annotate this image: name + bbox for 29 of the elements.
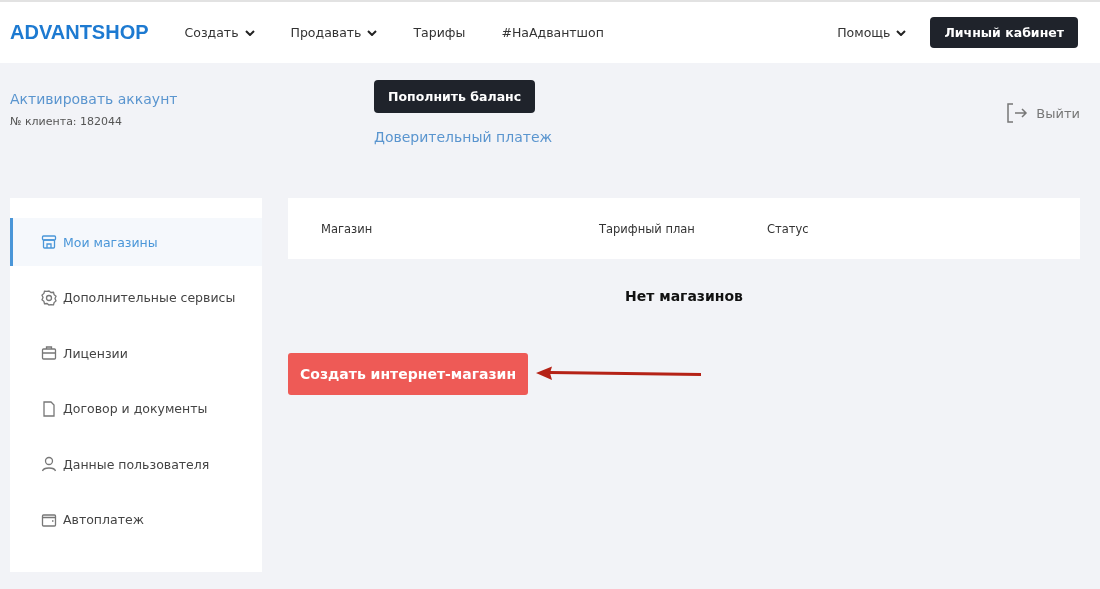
document-icon: [41, 400, 57, 417]
briefcase-icon: [41, 345, 57, 362]
gear-icon: [41, 289, 57, 306]
sidebar-item[interactable]: Автоплатеж: [10, 495, 262, 544]
sidebar-item[interactable]: Лицензии: [10, 329, 262, 378]
column-header: Тарифный план: [599, 221, 696, 236]
help-menu[interactable]: Помощь: [837, 25, 907, 40]
account-button[interactable]: Личный кабинет: [930, 17, 1078, 48]
column-header: Статус: [767, 221, 809, 236]
empty-message: Нет магазинов: [624, 288, 744, 304]
logo[interactable]: ADVANTSHOP: [10, 21, 149, 44]
nav-link[interactable]: Тарифы: [413, 25, 466, 40]
logout-link[interactable]: Выйти: [1006, 101, 1080, 125]
sidebar-item[interactable]: Дополнительные сервисы: [10, 273, 262, 322]
nav-link[interactable]: #НаАдвантшоп: [501, 25, 604, 40]
chevron-icon: [367, 29, 378, 36]
sidebar-item[interactable]: Данные пользователя: [10, 440, 262, 489]
top-up-button[interactable]: Пополнить баланс: [374, 80, 536, 113]
user-icon: [41, 456, 57, 473]
chevron-icon: [896, 29, 907, 36]
shop-icon: [41, 234, 57, 250]
column-header: Магазин: [321, 221, 374, 236]
client-number: № клиента: 182044: [10, 115, 124, 128]
wallet-icon: [41, 511, 57, 528]
sidebar-item[interactable]: Договор и документы: [10, 384, 262, 433]
logout-icon: [1006, 103, 1029, 123]
nav-link[interactable]: Продавать: [290, 25, 378, 40]
nav-link[interactable]: Создать: [184, 25, 255, 40]
chevron-icon: [244, 29, 255, 36]
